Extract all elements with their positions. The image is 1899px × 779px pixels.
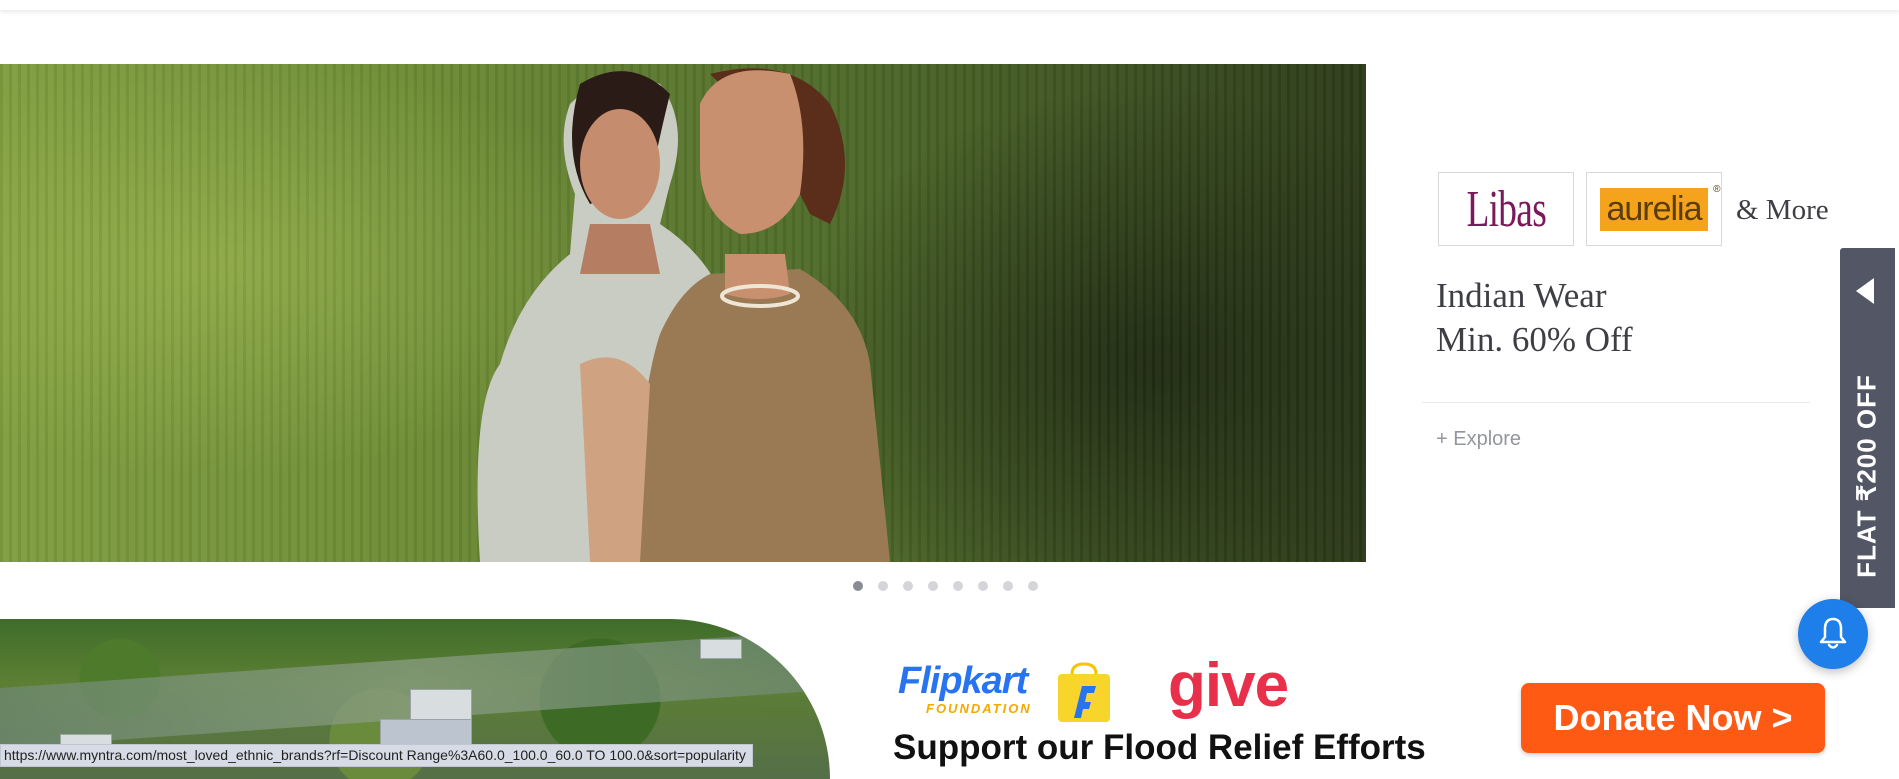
carousel-dot[interactable] [1028, 581, 1038, 591]
promo-title: Indian Wear Min. 60% Off [1436, 274, 1633, 362]
carousel-pagination [853, 581, 1038, 591]
flipkart-foundation-logo: Flipkart FOUNDATION [898, 660, 1038, 724]
chevron-left-icon[interactable] [1856, 278, 1874, 304]
carousel-dot[interactable] [853, 581, 863, 591]
hero-banner-image[interactable] [0, 64, 1366, 562]
carousel-dot[interactable] [953, 581, 963, 591]
carousel-dot[interactable] [978, 581, 988, 591]
status-bar-url: https://www.myntra.com/most_loved_ethnic… [0, 744, 753, 767]
brand-logo-aurelia[interactable]: aurelia [1586, 172, 1722, 246]
flipkart-bag-icon [1058, 662, 1110, 722]
notification-bell-button[interactable] [1798, 599, 1868, 669]
house-shape [700, 639, 742, 659]
promo-title-line1: Indian Wear [1436, 276, 1607, 315]
flood-relief-headline: Support our Flood Relief Efforts [893, 728, 1426, 767]
foundation-wordmark: FOUNDATION [926, 701, 1032, 716]
flat-offer-side-tab[interactable]: FLAT ₹200 OFF [1840, 248, 1895, 608]
donate-now-button[interactable]: Donate Now > [1521, 683, 1825, 753]
promo-divider [1422, 402, 1810, 403]
carousel-dot[interactable] [878, 581, 888, 591]
flipkart-wordmark: Flipkart [898, 660, 1028, 702]
top-header-bar [0, 0, 1899, 10]
brand-name-aurelia: aurelia [1600, 184, 1720, 231]
model-right-figure [580, 68, 890, 562]
give-logo: give [1168, 651, 1289, 720]
carousel-dot[interactable] [928, 581, 938, 591]
explore-link[interactable]: + Explore [1436, 428, 1521, 451]
more-brands-label: & More [1736, 194, 1829, 226]
carousel-dot[interactable] [1003, 581, 1013, 591]
brand-logo-libas[interactable]: Libas [1438, 172, 1574, 246]
promo-panel: Libas aurelia & More Indian Wear Min. 60… [1420, 172, 1840, 472]
promo-title-line2: Min. 60% Off [1436, 320, 1633, 359]
bell-icon [1819, 617, 1847, 649]
brand-name-libas: Libas [1466, 180, 1546, 238]
carousel-dot[interactable] [903, 581, 913, 591]
flat-offer-label: FLAT ₹200 OFF [1851, 374, 1882, 578]
